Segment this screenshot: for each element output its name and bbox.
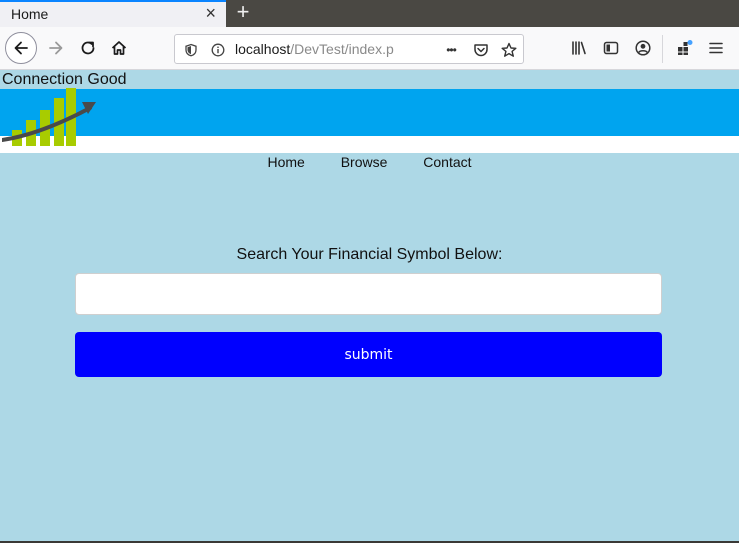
- header-banner: [0, 89, 739, 136]
- star-icon[interactable]: [499, 40, 519, 60]
- reload-icon[interactable]: [73, 33, 103, 63]
- header-strip: [0, 136, 739, 153]
- nav-home[interactable]: Home: [267, 154, 304, 170]
- search-prompt: Search Your Financial Symbol Below:: [236, 246, 503, 263]
- url-bar[interactable]: localhost/DevTest/index.p •••: [174, 34, 524, 64]
- home-icon[interactable]: [104, 33, 134, 63]
- url-host: localhost: [235, 41, 291, 57]
- pocket-icon[interactable]: [471, 40, 491, 60]
- extensions-icon[interactable]: [669, 33, 699, 63]
- nav-toolbar: localhost/DevTest/index.p •••: [0, 27, 739, 70]
- tab-strip: Home × +: [0, 0, 739, 27]
- back-arrow-icon[interactable]: [5, 32, 37, 64]
- nav-contact[interactable]: Contact: [423, 154, 471, 170]
- tab-title: Home: [11, 6, 49, 22]
- nav-browse[interactable]: Browse: [341, 154, 388, 170]
- toolbar-divider: [662, 35, 663, 63]
- info-icon[interactable]: [208, 40, 228, 60]
- sidebar-icon[interactable]: [596, 33, 626, 63]
- tab-home[interactable]: Home ×: [0, 0, 226, 27]
- menu-icon[interactable]: [701, 33, 731, 63]
- search-input[interactable]: [75, 273, 662, 315]
- submit-button[interactable]: submit: [75, 332, 662, 377]
- logo: [2, 88, 96, 146]
- connection-status: Connection Good: [2, 71, 127, 88]
- library-icon[interactable]: [564, 33, 594, 63]
- browser-window: Home × + localhost/DevTest/index.p ••• C…: [0, 0, 739, 543]
- url-path: /DevTest/index.p: [290, 41, 394, 57]
- site-nav: Home Browse Contact: [0, 154, 739, 170]
- new-tab-icon[interactable]: +: [232, 1, 254, 23]
- shield-icon[interactable]: [181, 40, 201, 60]
- url-text[interactable]: localhost/DevTest/index.p: [235, 41, 435, 57]
- close-icon[interactable]: ×: [205, 4, 216, 22]
- account-icon[interactable]: [628, 33, 658, 63]
- page-content: Connection Good Home Browse Contact Sear…: [0, 70, 739, 541]
- forward-arrow-icon[interactable]: [41, 33, 71, 63]
- more-actions-icon[interactable]: •••: [441, 40, 461, 60]
